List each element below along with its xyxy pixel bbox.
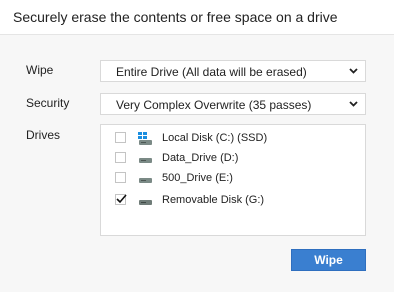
- drive-checkbox[interactable]: [115, 152, 126, 163]
- security-select[interactable]: Very Complex Overwrite (35 passes): [100, 93, 366, 115]
- hard-drive-icon: [139, 158, 152, 163]
- drive-checkbox[interactable]: [115, 172, 126, 183]
- drive-checkbox[interactable]: [115, 132, 126, 143]
- wipe-button[interactable]: Wipe: [291, 249, 366, 271]
- chevron-down-icon: [349, 68, 358, 74]
- security-value: Very Complex Overwrite (35 passes): [116, 98, 312, 112]
- wipe-label: Wipe: [26, 63, 54, 77]
- drives-label: Drives: [26, 128, 61, 142]
- removable-drive-icon: [139, 200, 152, 205]
- header: Securely erase the contents or free spac…: [0, 0, 394, 34]
- page-title: Securely erase the contents or free spac…: [13, 9, 338, 25]
- drive-checkbox[interactable]: [115, 194, 127, 205]
- drive-item[interactable]: Removable Disk (G:): [101, 191, 365, 211]
- drive-label: Data_Drive (D:): [162, 152, 239, 164]
- header-divider: [0, 34, 394, 35]
- chevron-down-icon: [349, 101, 358, 107]
- wipe-mode-value: Entire Drive (All data will be erased): [116, 65, 307, 79]
- drive-item[interactable]: Data_Drive (D:): [101, 149, 365, 169]
- wipe-mode-select[interactable]: Entire Drive (All data will be erased): [100, 60, 366, 82]
- windows-drive-icon: [138, 132, 152, 145]
- hard-drive-icon: [139, 178, 152, 183]
- drive-label: Removable Disk (G:): [162, 194, 265, 206]
- drive-item[interactable]: 500_Drive (E:): [101, 169, 365, 189]
- security-label: Security: [26, 96, 70, 110]
- checkmark-icon: [116, 194, 127, 204]
- drive-label: 500_Drive (E:): [162, 172, 233, 184]
- drives-list: Local Disk (C:) (SSD) Data_Drive (D:) 50…: [100, 124, 366, 236]
- drive-label: Local Disk (C:) (SSD): [162, 132, 268, 144]
- drive-item[interactable]: Local Disk (C:) (SSD): [101, 129, 365, 149]
